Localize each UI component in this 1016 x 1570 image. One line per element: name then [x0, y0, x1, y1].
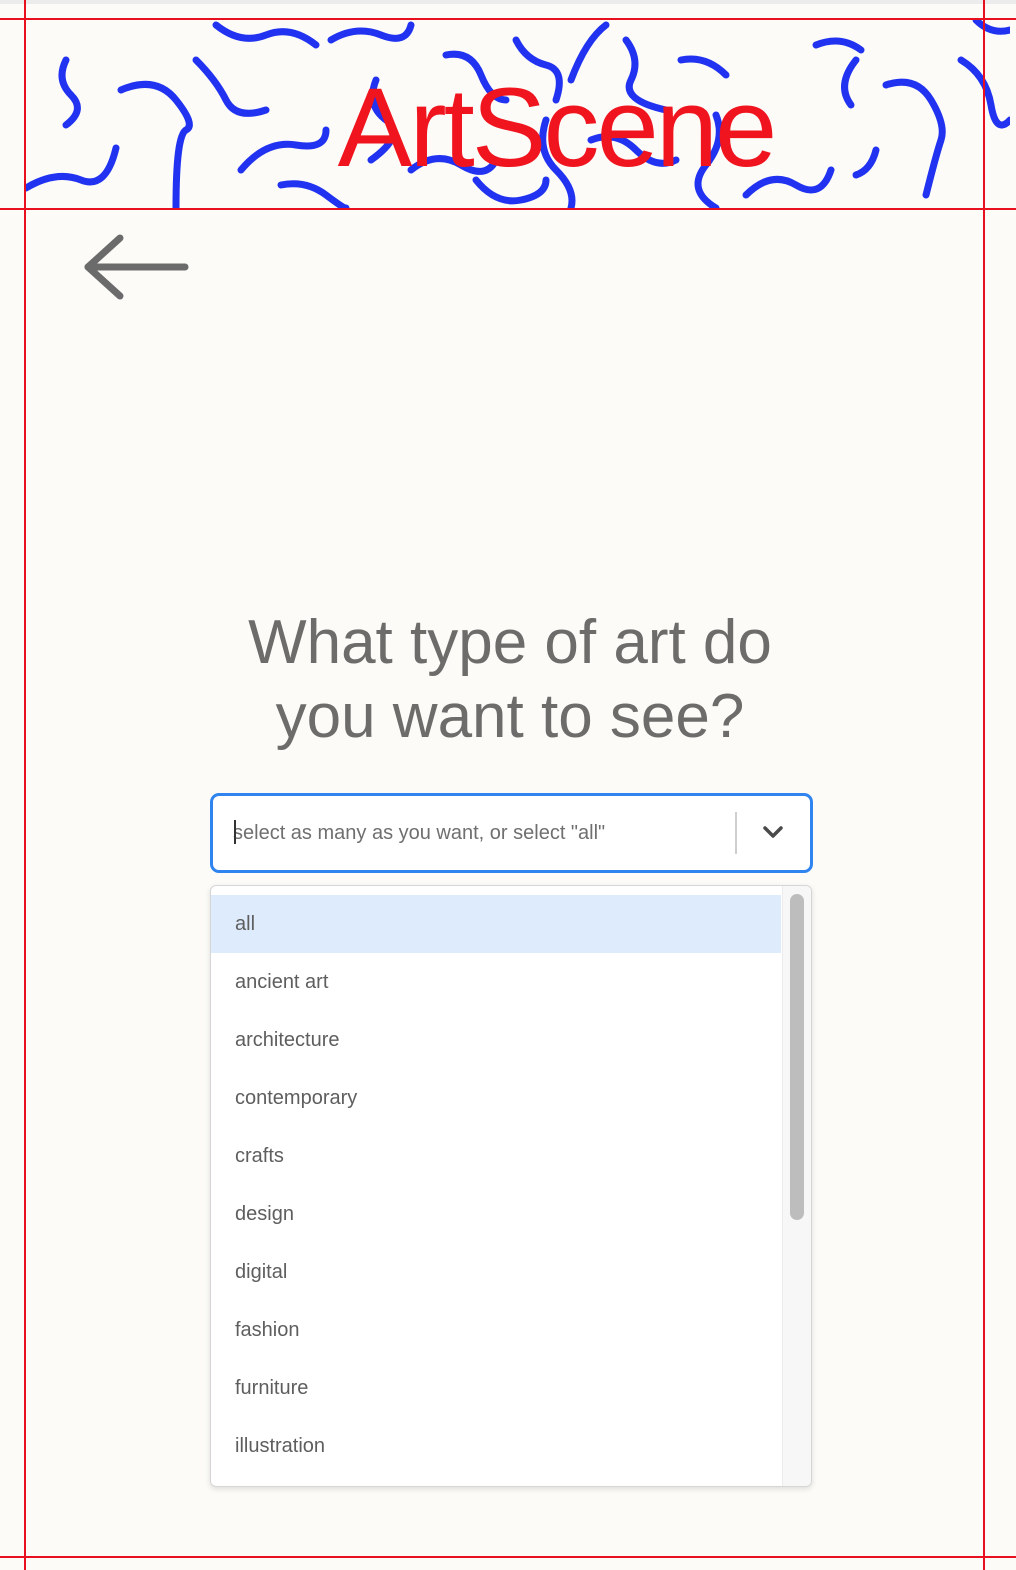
option-illustration[interactable]: illustration: [211, 1417, 781, 1475]
frame-line-right: [983, 0, 985, 1570]
option-architecture[interactable]: architecture: [211, 1011, 781, 1069]
frame-line-top: [0, 18, 1016, 20]
brand-logo: ArtScene: [337, 65, 778, 190]
frame-line-bottom: [0, 1556, 1016, 1558]
option-ancient-art[interactable]: ancient art: [211, 953, 781, 1011]
dropdown-menu: all ancient art architecture contemporar…: [210, 885, 812, 1487]
menu-scrollbar[interactable]: [782, 886, 811, 1486]
option-contemporary[interactable]: contemporary: [211, 1069, 781, 1127]
option-crafts[interactable]: crafts: [211, 1127, 781, 1185]
menu-scrollbar-thumb[interactable]: [790, 894, 804, 1220]
option-list: all ancient art architecture contemporar…: [211, 895, 781, 1475]
header-banner: ArtScene: [26, 20, 1010, 208]
art-type-select[interactable]: [210, 793, 813, 873]
back-button[interactable]: [78, 232, 194, 304]
option-digital[interactable]: digital: [211, 1243, 781, 1301]
option-fashion[interactable]: fashion: [211, 1301, 781, 1359]
option-furniture[interactable]: furniture: [211, 1359, 781, 1417]
page-title: What type of art do you want to see?: [248, 608, 772, 751]
dropdown-indicator[interactable]: [753, 818, 793, 848]
option-all[interactable]: all: [211, 895, 781, 953]
option-design[interactable]: design: [211, 1185, 781, 1243]
top-strip: [0, 0, 1016, 4]
frame-line-left: [24, 0, 26, 1570]
chevron-down-icon: [763, 826, 783, 838]
art-type-search-input[interactable]: [233, 818, 713, 848]
text-cursor: [234, 820, 236, 844]
arrow-left-icon: [84, 234, 189, 300]
indicator-separator: [735, 812, 737, 854]
header-divider: [0, 208, 1016, 210]
